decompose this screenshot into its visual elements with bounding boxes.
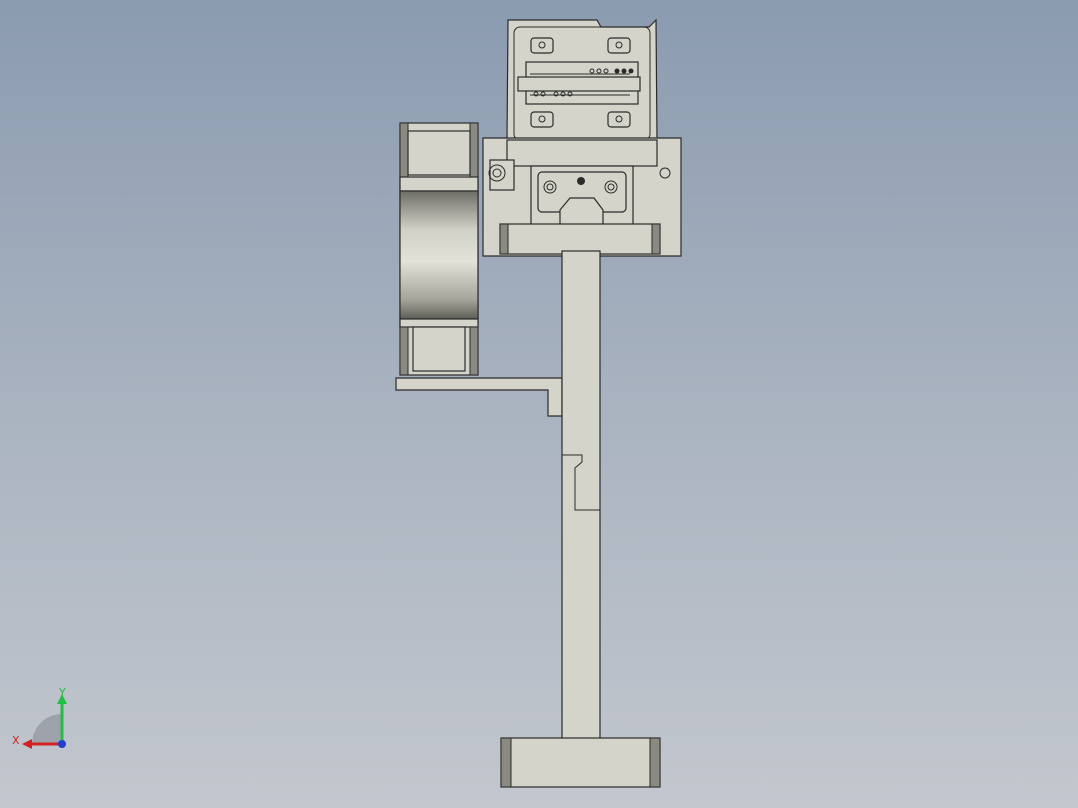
slider-carriage[interactable] — [482, 137, 682, 257]
coordinate-triad: Y X — [10, 686, 80, 756]
assembly-model[interactable] — [0, 0, 1078, 808]
top-plate[interactable] — [506, 18, 658, 141]
cad-graphics-viewport[interactable]: Y X — [0, 0, 1078, 808]
triad-plane-icon — [32, 714, 62, 744]
vertical-column[interactable] — [561, 250, 601, 742]
support-arm[interactable] — [395, 377, 563, 417]
clamp-ring[interactable] — [399, 122, 479, 376]
y-axis-label: Y — [58, 686, 66, 699]
x-axis-label: X — [12, 734, 20, 747]
z-axis-dot-icon — [58, 740, 66, 748]
base-block[interactable] — [500, 737, 661, 788]
